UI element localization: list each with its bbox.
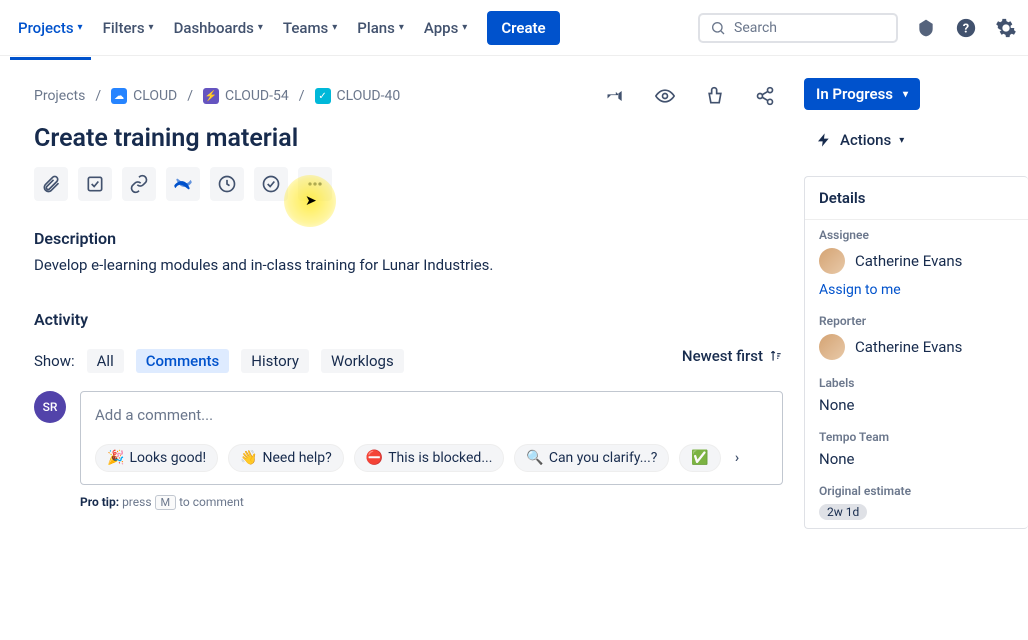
breadcrumb-parent[interactable]: ⚡CLOUD-54	[203, 88, 289, 104]
suggestion-chip[interactable]: ✅	[679, 444, 720, 472]
assignee-label: Assignee	[819, 228, 1014, 242]
nav-filters[interactable]: Filters▾	[95, 11, 162, 45]
nav-apps[interactable]: Apps▾	[416, 11, 475, 45]
description-label: Description	[34, 229, 783, 248]
labels-label: Labels	[819, 376, 1014, 390]
tab-history[interactable]: History	[241, 349, 309, 373]
suggestion-chip[interactable]: 🎉Looks good!	[95, 444, 218, 472]
chevron-down-icon: ▾	[399, 22, 404, 33]
user-avatar: SR	[34, 391, 66, 423]
chevron-down-icon: ▾	[149, 22, 154, 33]
tempo-team-label: Tempo Team	[819, 430, 1014, 444]
schedule-button[interactable]	[210, 167, 244, 201]
svg-text:?: ?	[963, 21, 969, 36]
status-dropdown[interactable]: In Progress▾	[804, 78, 920, 110]
feedback-icon[interactable]	[603, 84, 627, 108]
breadcrumb-projects[interactable]: Projects	[34, 88, 85, 104]
create-button[interactable]: Create	[487, 11, 559, 45]
task-icon: ✓	[315, 88, 331, 104]
subtask-button[interactable]	[78, 167, 112, 201]
issue-title[interactable]: Create training material	[34, 124, 783, 153]
chevron-down-icon: ▾	[462, 22, 467, 33]
search-icon	[710, 20, 726, 36]
description-text[interactable]: Develop e-learning modules and in-class …	[34, 256, 783, 274]
search-input[interactable]: Search	[698, 13, 898, 43]
chevron-down-icon: ▾	[332, 22, 337, 33]
estimate-value[interactable]: 2w 1d	[819, 504, 1014, 520]
breadcrumb-project[interactable]: ☁CLOUD	[111, 88, 177, 104]
details-header[interactable]: Details	[805, 177, 1028, 220]
issue-toolbar: ➤	[34, 167, 783, 201]
comment-placeholder: Add a comment...	[95, 406, 768, 424]
chevron-down-icon: ▾	[78, 22, 83, 33]
tempo-team-value[interactable]: None	[819, 450, 1014, 468]
link-button[interactable]	[122, 167, 156, 201]
tab-comments[interactable]: Comments	[136, 349, 230, 373]
watch-icon[interactable]	[653, 84, 677, 108]
confluence-button[interactable]	[166, 167, 200, 201]
tab-all[interactable]: All	[87, 349, 124, 373]
sort-icon	[769, 349, 783, 363]
avatar	[819, 248, 845, 274]
done-button[interactable]	[254, 167, 288, 201]
labels-value[interactable]: None	[819, 396, 1014, 414]
reporter-value[interactable]: Catherine Evans	[819, 334, 1014, 360]
attach-button[interactable]	[34, 167, 68, 201]
epic-icon: ⚡	[203, 88, 219, 104]
notifications-icon[interactable]	[914, 16, 938, 40]
comment-input-box[interactable]: Add a comment... 🎉Looks good! 👋Need help…	[80, 391, 783, 485]
bolt-icon	[816, 132, 832, 148]
help-icon[interactable]: ?	[954, 16, 978, 40]
top-navigation: Projects▾ Filters▾ Dashboards▾ Teams▾ Pl…	[0, 0, 1028, 56]
more-actions-button[interactable]	[298, 167, 332, 201]
nav-projects[interactable]: Projects▾	[10, 11, 91, 45]
assignee-value[interactable]: Catherine Evans	[819, 248, 1014, 274]
settings-icon[interactable]	[994, 16, 1018, 40]
tab-worklogs[interactable]: Worklogs	[321, 349, 404, 373]
details-panel: Details Assignee Catherine Evans Assign …	[804, 176, 1028, 529]
search-placeholder: Search	[734, 20, 777, 36]
assign-to-me-link[interactable]: Assign to me	[819, 282, 1014, 298]
suggestion-chip[interactable]: 👋Need help?	[228, 444, 344, 472]
sort-button[interactable]: Newest first	[682, 347, 783, 365]
avatar	[819, 334, 845, 360]
share-icon[interactable]	[753, 84, 777, 108]
breadcrumb: Projects / ☁CLOUD / ⚡CLOUD-54 / ✓CLOUD-4…	[34, 88, 400, 104]
vote-icon[interactable]	[703, 84, 727, 108]
reporter-label: Reporter	[819, 314, 1014, 328]
estimate-label: Original estimate	[819, 484, 1014, 498]
chevron-down-icon: ▾	[903, 89, 908, 100]
nav-teams[interactable]: Teams▾	[275, 11, 345, 45]
project-icon: ☁	[111, 88, 127, 104]
nav-plans[interactable]: Plans▾	[349, 11, 412, 45]
chevron-down-icon: ▾	[258, 22, 263, 33]
actions-dropdown[interactable]: Actions ▾	[804, 124, 916, 156]
suggestion-chip[interactable]: 🔍Can you clarify...?	[514, 444, 669, 472]
breadcrumb-current[interactable]: ✓CLOUD-40	[315, 88, 401, 104]
chip-scroll-right[interactable]: ›	[731, 450, 743, 466]
chevron-down-icon: ▾	[899, 135, 904, 146]
pro-tip: Pro tip: press M to comment	[80, 495, 783, 510]
activity-label: Activity	[34, 310, 783, 329]
show-label: Show:	[34, 352, 75, 370]
suggestion-chip[interactable]: ⛔This is blocked...	[354, 444, 505, 472]
nav-dashboards[interactable]: Dashboards▾	[166, 11, 271, 45]
